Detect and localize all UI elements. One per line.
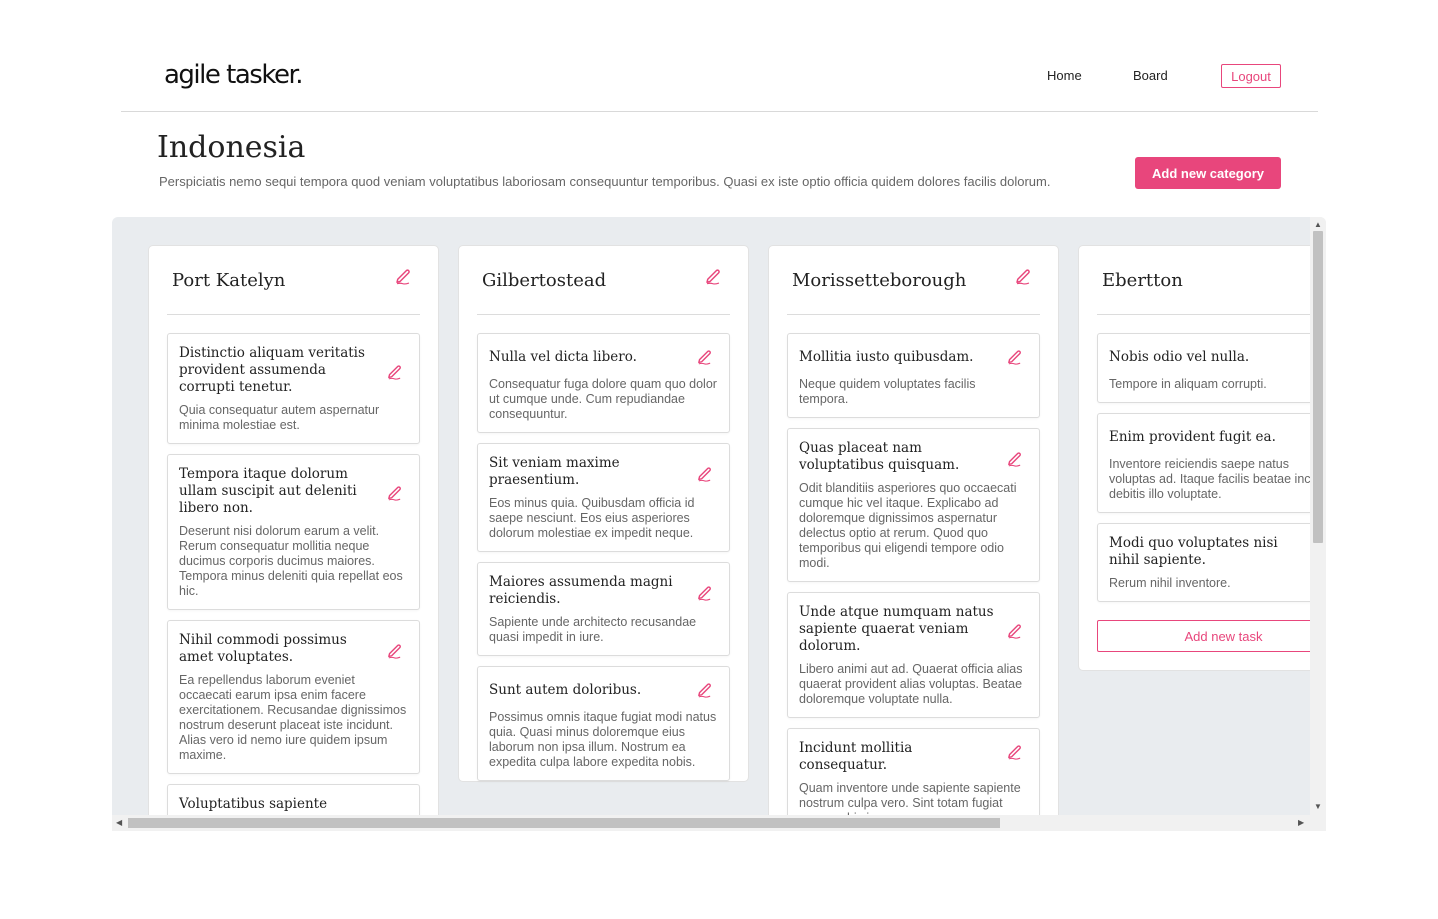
column-title: Gilbertostead bbox=[482, 270, 607, 291]
task-card[interactable]: Tempora itaque dolorum ullam suscipit au… bbox=[167, 454, 420, 610]
edit-task-icon[interactable] bbox=[1006, 451, 1023, 468]
task-card[interactable]: Nulla vel dicta libero. Consequatur fuga… bbox=[477, 333, 730, 433]
task-title: Modi quo voluptates nisi nihil sapiente. bbox=[1109, 535, 1278, 568]
task-title: Nulla vel dicta libero. bbox=[489, 349, 637, 365]
page-title: Indonesia bbox=[157, 130, 306, 165]
edit-category-icon[interactable] bbox=[394, 268, 412, 286]
logout-button[interactable]: Logout bbox=[1221, 64, 1281, 88]
task-title: Enim provident fugit ea. bbox=[1109, 429, 1276, 445]
task-title: Mollitia iusto quibusdam. bbox=[799, 349, 974, 365]
edit-task-icon[interactable] bbox=[386, 485, 403, 502]
task-card[interactable]: Sunt autem doloribus. Possimus omnis ita… bbox=[477, 666, 730, 781]
task-description: Rerum nihil inventore. bbox=[1109, 576, 1231, 590]
task-description: Deserunt nisi dolorum earum a velit. Rer… bbox=[179, 524, 403, 598]
task-title: Distinctio aliquam veritatis provident a… bbox=[179, 345, 365, 395]
category-column: Morissetteborough Mollitia iusto quibusd… bbox=[768, 245, 1059, 815]
edit-task-icon[interactable] bbox=[1006, 623, 1023, 640]
task-description: Inventore reiciendis saepe natus volupta… bbox=[1109, 457, 1310, 501]
page-description: Perspiciatis nemo sequi tempora quod ven… bbox=[159, 174, 1051, 189]
column-title: Morissetteborough bbox=[792, 270, 967, 291]
task-title: Unde atque numquam natus sapiente quaera… bbox=[799, 604, 994, 654]
add-task-button[interactable]: Add new task bbox=[1097, 620, 1310, 652]
task-card[interactable]: Nihil commodi possimus amet voluptates. … bbox=[167, 620, 420, 774]
task-description: Tempore in aliquam corrupti. bbox=[1109, 377, 1267, 391]
task-card[interactable]: Incidunt mollitia consequatur. Quam inve… bbox=[787, 728, 1040, 815]
edit-task-icon[interactable] bbox=[1006, 744, 1023, 761]
horizontal-scroll-thumb[interactable] bbox=[128, 818, 1000, 828]
board-columns-viewport[interactable]: Port Katelyn Distinctio aliquam veritati… bbox=[112, 217, 1310, 815]
scroll-down-icon[interactable]: ▼ bbox=[1314, 803, 1322, 811]
column-header: Morissetteborough bbox=[787, 246, 1040, 315]
top-navbar: agile tasker. Home Board Logout bbox=[121, 40, 1318, 112]
task-card[interactable]: Distinctio aliquam veritatis provident a… bbox=[167, 333, 420, 444]
task-description: Ea repellendus laborum eveniet occaecati… bbox=[179, 673, 407, 762]
vertical-scroll-thumb[interactable] bbox=[1313, 231, 1323, 543]
task-card[interactable]: Mollitia iusto quibusdam. Neque quidem v… bbox=[787, 333, 1040, 418]
task-description: Neque quidem voluptates facilis tempora. bbox=[799, 377, 976, 406]
category-column: Port Katelyn Distinctio aliquam veritati… bbox=[148, 245, 439, 815]
task-card[interactable]: Unde atque numquam natus sapiente quaera… bbox=[787, 592, 1040, 718]
category-column: Ebertton Nobis odio vel nulla. Tempore i… bbox=[1078, 245, 1310, 671]
task-description: Libero animi aut ad. Quaerat officia ali… bbox=[799, 662, 1023, 706]
edit-task-icon[interactable] bbox=[696, 349, 713, 366]
task-description: Possimus omnis itaque fugiat modi natus … bbox=[489, 710, 717, 769]
task-description: Odit blanditiis asperiores quo occaecati… bbox=[799, 481, 1017, 570]
edit-task-icon[interactable] bbox=[386, 364, 403, 381]
vertical-scrollbar[interactable]: ▲ ▼ bbox=[1310, 217, 1326, 815]
task-title: Sit veniam maxime praesentium. bbox=[489, 455, 620, 488]
task-card[interactable]: Quas placeat nam voluptatibus quisquam. … bbox=[787, 428, 1040, 582]
column-title: Port Katelyn bbox=[172, 270, 286, 291]
edit-task-icon[interactable] bbox=[1006, 349, 1023, 366]
column-header: Port Katelyn bbox=[167, 246, 420, 315]
task-card[interactable]: Maiores assumenda magni reiciendis. Sapi… bbox=[477, 562, 730, 656]
category-column: Gilbertostead Nulla vel dicta libero. Co… bbox=[458, 245, 749, 782]
edit-task-icon[interactable] bbox=[696, 585, 713, 602]
task-title: Quas placeat nam voluptatibus quisquam. bbox=[799, 440, 960, 473]
edit-task-icon[interactable] bbox=[696, 466, 713, 483]
edit-category-icon[interactable] bbox=[1014, 268, 1032, 286]
scroll-left-icon[interactable]: ◀ bbox=[116, 819, 122, 827]
task-title: Voluptatibus sapiente magnam bbox=[179, 796, 328, 815]
task-description: Sapiente unde architecto recusandae quas… bbox=[489, 615, 697, 644]
column-header: Ebertton bbox=[1097, 246, 1310, 315]
horizontal-scrollbar[interactable]: ◀ ▶ bbox=[112, 815, 1326, 831]
nav-home-link[interactable]: Home bbox=[1047, 68, 1082, 83]
task-title: Nihil commodi possimus amet voluptates. bbox=[179, 632, 347, 665]
app-logo[interactable]: agile tasker. bbox=[164, 60, 304, 90]
edit-category-icon[interactable] bbox=[704, 268, 722, 286]
add-category-button[interactable]: Add new category bbox=[1135, 157, 1281, 189]
task-description: Quia consequatur autem aspernatur minima… bbox=[179, 403, 380, 432]
task-card[interactable]: Sit veniam maxime praesentium. Eos minus… bbox=[477, 443, 730, 552]
task-title: Sunt autem doloribus. bbox=[489, 682, 642, 698]
column-header: Gilbertostead bbox=[477, 246, 730, 315]
task-description: Consequatur fuga dolore quam quo dolor u… bbox=[489, 377, 717, 421]
board: Port Katelyn Distinctio aliquam veritati… bbox=[112, 217, 1326, 831]
task-title: Maiores assumenda magni reiciendis. bbox=[489, 574, 673, 607]
task-title: Incidunt mollitia consequatur. bbox=[799, 740, 913, 773]
task-title: Nobis odio vel nulla. bbox=[1109, 349, 1250, 365]
task-card[interactable]: Voluptatibus sapiente magnam bbox=[167, 784, 420, 815]
task-card[interactable]: Modi quo voluptates nisi nihil sapiente.… bbox=[1097, 523, 1310, 602]
task-description: Eos minus quia. Quibusdam officia id sae… bbox=[489, 496, 695, 540]
nav-board-link[interactable]: Board bbox=[1133, 68, 1168, 83]
column-title: Ebertton bbox=[1102, 270, 1183, 291]
task-card[interactable]: Nobis odio vel nulla. Tempore in aliquam… bbox=[1097, 333, 1310, 403]
scroll-up-icon[interactable]: ▲ bbox=[1314, 221, 1322, 229]
edit-task-icon[interactable] bbox=[696, 682, 713, 699]
scroll-right-icon[interactable]: ▶ bbox=[1298, 819, 1304, 827]
edit-task-icon[interactable] bbox=[386, 643, 403, 660]
task-card[interactable]: Enim provident fugit ea. Inventore reici… bbox=[1097, 413, 1310, 513]
task-description: Quam inventore unde sapiente sapiente no… bbox=[799, 781, 1021, 815]
task-title: Tempora itaque dolorum ullam suscipit au… bbox=[179, 466, 357, 516]
